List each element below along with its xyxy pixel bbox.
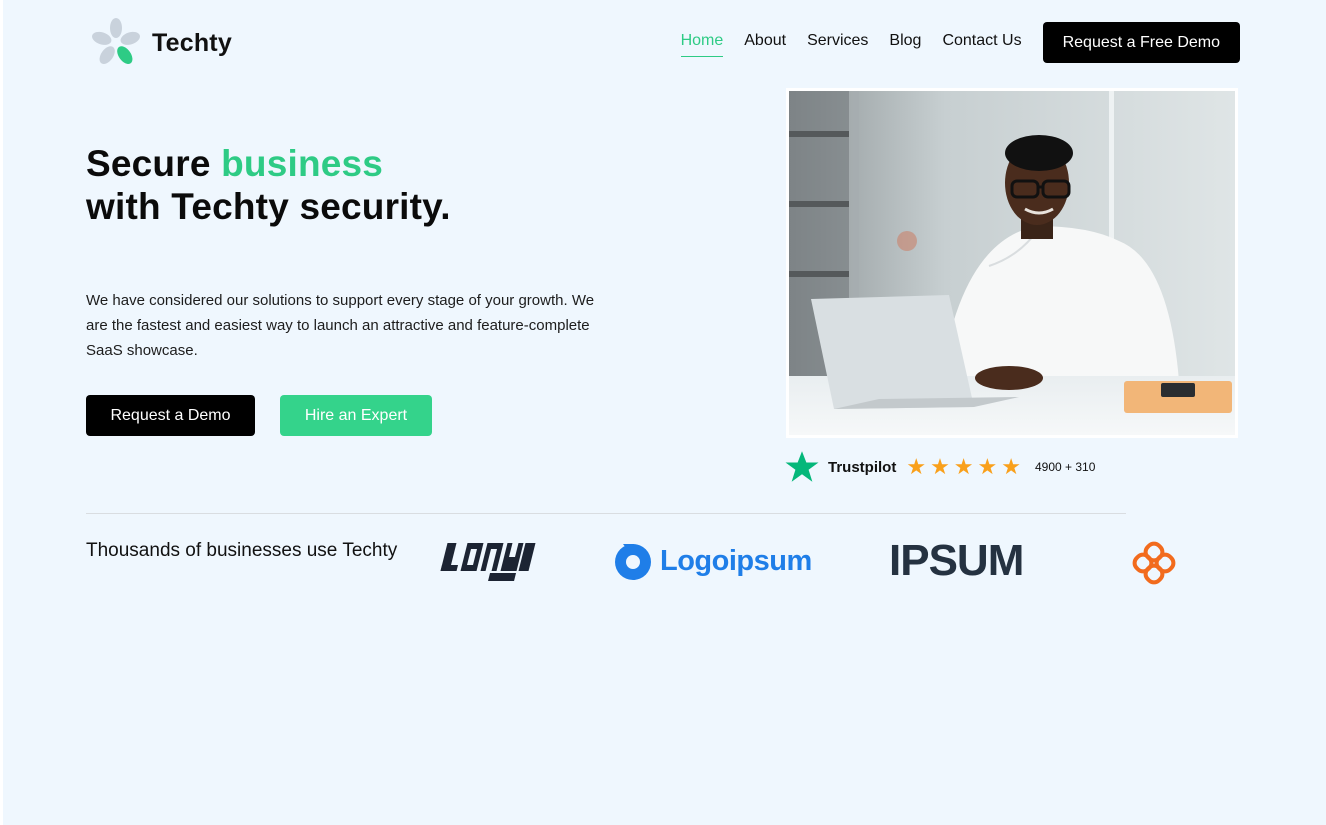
headline-accent: business bbox=[221, 143, 384, 184]
hero-headline: Secure business with Techty security. bbox=[86, 142, 451, 228]
request-demo-button[interactable]: Request a Demo bbox=[86, 395, 255, 436]
flower-logo-icon bbox=[92, 18, 140, 64]
brand-name: Techty bbox=[152, 28, 232, 57]
partner-logo-4 bbox=[1132, 541, 1176, 585]
nav-about[interactable]: About bbox=[744, 32, 786, 53]
hero-description: We have considered our solutions to supp… bbox=[86, 292, 595, 359]
hero-photo bbox=[786, 88, 1238, 438]
brand-logo[interactable]: Techty bbox=[90, 16, 232, 70]
star-icon: ★ bbox=[930, 454, 950, 479]
trustpilot-rating: Trustpilot ★ ★ ★ ★ ★ 4900 + 310 bbox=[784, 449, 1095, 485]
star-icon: ★ bbox=[1001, 454, 1021, 479]
logoipsum-circle-icon bbox=[615, 544, 651, 580]
main-nav: Home About Services Blog Contact Us Requ… bbox=[680, 22, 1240, 63]
star-icon: ★ bbox=[906, 454, 927, 479]
nav-home[interactable]: Home bbox=[680, 32, 723, 57]
office-worker-illustration bbox=[789, 91, 1235, 435]
trustpilot-label: Trustpilot bbox=[828, 458, 897, 476]
orange-knot-logo-icon bbox=[1132, 541, 1176, 585]
section-divider bbox=[86, 513, 1126, 514]
hire-expert-button[interactable]: Hire an Expert bbox=[280, 395, 432, 436]
trustpilot-star-icon bbox=[785, 451, 819, 482]
star-rating: ★ ★ ★ ★ ★ bbox=[906, 456, 1021, 478]
star-icon: ★ bbox=[953, 454, 974, 479]
logoipsum-mark-icon bbox=[440, 543, 536, 581]
partner-logo-3: IPSUM bbox=[889, 536, 1024, 586]
partner-logo-2: Logoipsum bbox=[612, 540, 812, 582]
review-count: 4900 + 310 bbox=[1035, 460, 1096, 474]
star-icon: ★ bbox=[977, 454, 998, 479]
request-free-demo-button[interactable]: Request a Free Demo bbox=[1042, 22, 1240, 63]
headline-line2: with Techty security. bbox=[86, 186, 451, 227]
nav-blog[interactable]: Blog bbox=[889, 32, 921, 53]
hero-buttons: Request a Demo Hire an Expert bbox=[86, 395, 432, 436]
page-edge bbox=[0, 0, 3, 825]
logo2-wordmark: Logoipsum bbox=[660, 544, 812, 577]
logo3-wordmark: IPSUM bbox=[889, 536, 1024, 585]
partner-logo-1 bbox=[438, 541, 538, 583]
headline-part1: Secure bbox=[86, 143, 222, 184]
social-proof-text: Thousands of businesses use Techty bbox=[86, 540, 398, 561]
nav-contact[interactable]: Contact Us bbox=[942, 32, 1021, 53]
nav-services[interactable]: Services bbox=[807, 32, 868, 53]
